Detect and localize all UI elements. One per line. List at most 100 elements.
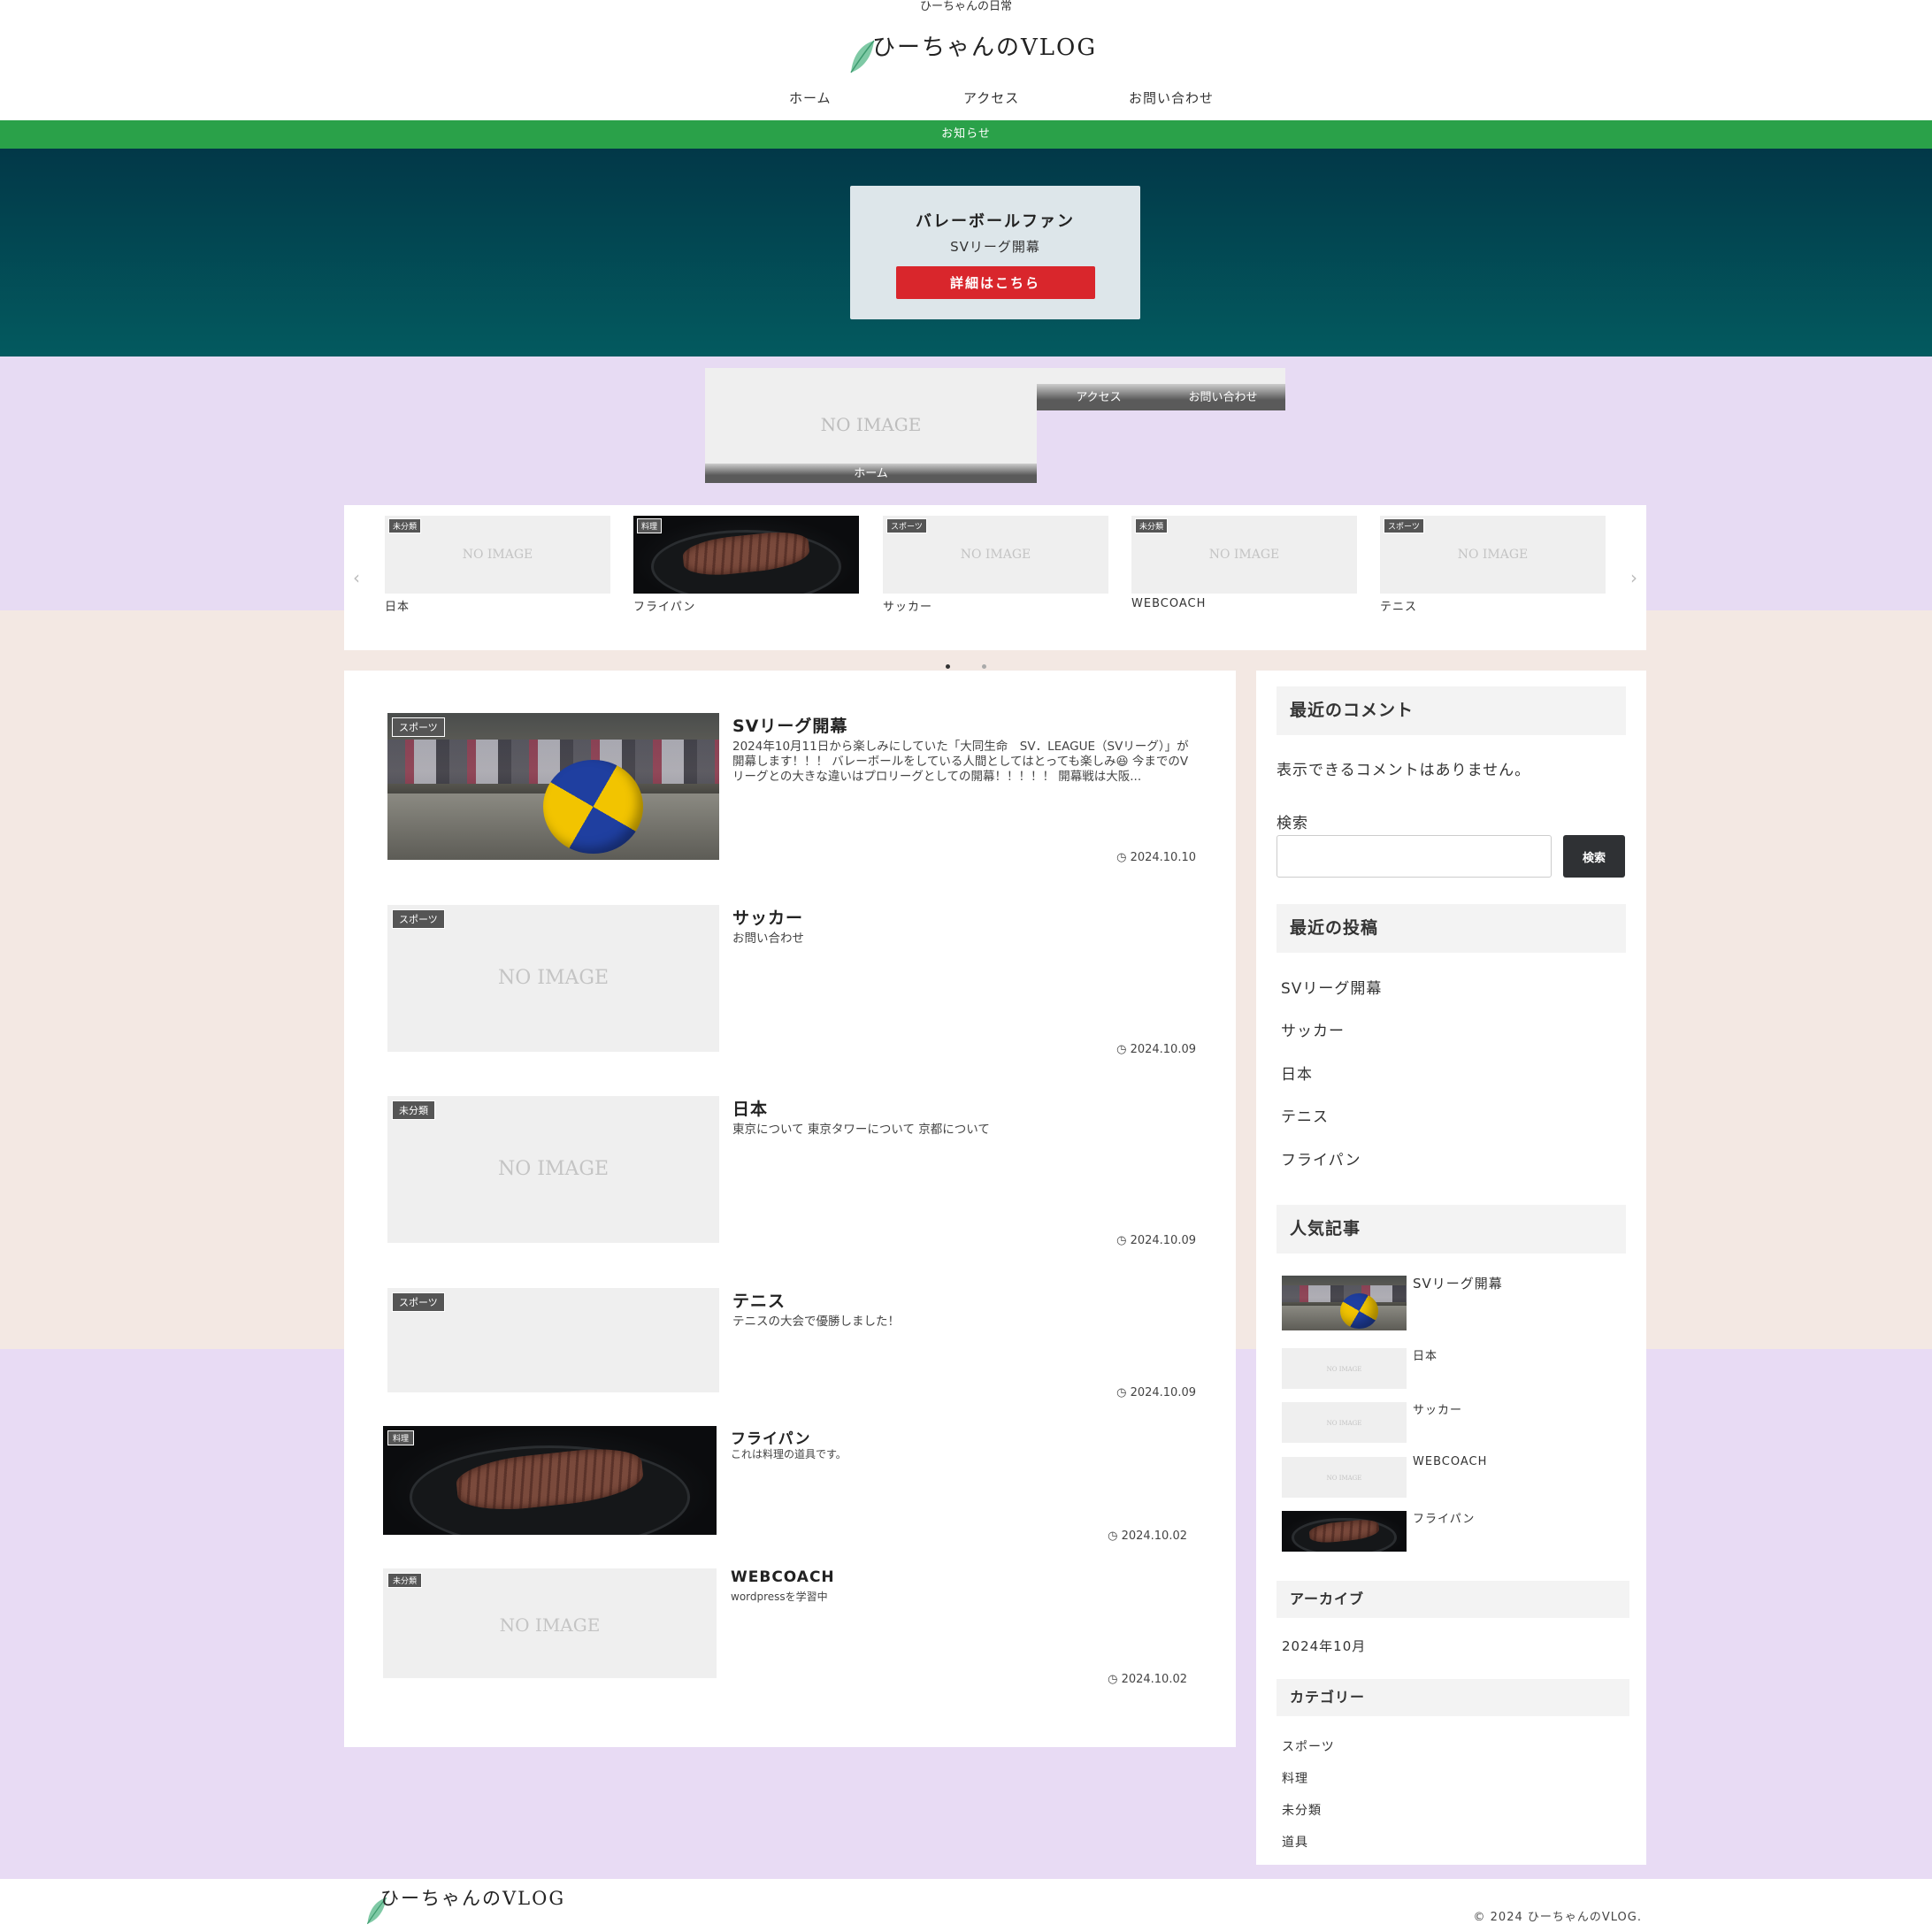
post-date: ◷ 2024.10.09 — [1116, 1386, 1196, 1399]
category-link[interactable]: 未分類 — [1282, 1801, 1322, 1819]
post-card[interactable]: 未分類 NO IMAGE WEBCOACH wordpressを学習中 ◷ 20… — [383, 1568, 1206, 1686]
no-image-placeholder: NO IMAGE — [1326, 1420, 1362, 1427]
category-badge: 未分類 — [392, 1100, 435, 1120]
carousel-thumbnail: 未分類 NO IMAGE — [1131, 516, 1357, 594]
clock-icon: ◷ — [1108, 1530, 1122, 1543]
nav-access[interactable]: アクセス — [963, 88, 1019, 107]
popular-post-title: SVリーグ開幕 — [1413, 1276, 1503, 1292]
archive-link[interactable]: 2024年10月 — [1282, 1637, 1366, 1655]
recent-post-link[interactable]: サッカー — [1281, 1018, 1345, 1040]
post-excerpt: wordpressを学習中 — [731, 1591, 828, 1603]
hero-subtitle: SVリーグ開幕 — [950, 239, 1040, 255]
post-card[interactable]: 未分類 NO IMAGE 日本 東京について 東京タワーについて 京都について … — [387, 1096, 1210, 1247]
popular-post[interactable]: フライパン — [1282, 1511, 1627, 1552]
post-excerpt: 2024年10月11日から楽しみにしていた「大同生命 SV．LEAGUE（SVリ… — [732, 740, 1189, 784]
category-badge: スポーツ — [392, 909, 445, 929]
post-title[interactable]: 日本 — [732, 1096, 768, 1120]
no-image-placeholder: NO IMAGE — [462, 548, 533, 562]
post-card[interactable]: スポーツ NO IMAGE サッカー お問い合わせ ◷ 2024.10.09 — [387, 905, 1210, 1056]
post-title[interactable]: WEBCOACH — [731, 1568, 835, 1586]
hero-card: バレーボールファン SVリーグ開幕 詳細はこちら — [850, 186, 1140, 319]
sidebar: 最近のコメント 表示できるコメントはありません。 検索 検索 最近の投稿 SVリ… — [1256, 671, 1646, 1865]
carousel-item[interactable]: スポーツ NO IMAGE テニス — [1380, 516, 1606, 614]
notice-bar[interactable]: お知らせ — [0, 120, 1932, 149]
post-thumbnail: 未分類 NO IMAGE — [387, 1096, 719, 1243]
carousel-item-title: 日本 — [385, 601, 410, 614]
navcard-label: ホーム — [705, 464, 1037, 483]
post-card[interactable]: スポーツ SVリーグ開幕 2024年10月11日から楽しみにしていた「大同生命 … — [387, 713, 1210, 864]
search-input[interactable] — [1276, 835, 1552, 878]
popular-thumbnail: NO IMAGE — [1282, 1457, 1407, 1498]
widget-heading-popular: 人気記事 — [1276, 1205, 1626, 1254]
chevron-right-icon[interactable]: › — [1630, 567, 1637, 588]
category-badge: 料理 — [387, 1430, 415, 1445]
search-button[interactable]: 検索 — [1563, 835, 1625, 878]
carousel-item[interactable]: 未分類 NO IMAGE WEBCOACH — [1131, 516, 1357, 610]
navcard-contact[interactable]: お問い合わせ — [1161, 368, 1285, 410]
post-title[interactable]: フライパン — [731, 1426, 811, 1448]
post-card[interactable]: スポーツ テニス テニスの大会で優勝しました！ ◷ 2024.10.09 — [387, 1288, 1210, 1399]
navcard-label: お問い合わせ — [1161, 384, 1285, 410]
recent-post-link[interactable]: フライパン — [1281, 1147, 1361, 1169]
post-date: ◷ 2024.10.10 — [1116, 851, 1196, 864]
no-image-placeholder: NO IMAGE — [1326, 1366, 1362, 1373]
widget-heading-recent-comments: 最近のコメント — [1276, 686, 1626, 735]
post-thumbnail: 料理 — [383, 1426, 717, 1535]
nav-contact[interactable]: お問い合わせ — [1129, 88, 1214, 107]
carousel-item[interactable]: 未分類 NO IMAGE 日本 — [385, 516, 610, 614]
post-title[interactable]: サッカー — [732, 905, 803, 929]
recent-post-link[interactable]: テニス — [1281, 1104, 1329, 1126]
post-date: ◷ 2024.10.09 — [1116, 1043, 1196, 1056]
hero-title: バレーボールファン — [916, 212, 1075, 231]
recent-post-link[interactable]: 日本 — [1281, 1062, 1313, 1084]
popular-post[interactable]: NO IMAGE WEBCOACH — [1282, 1455, 1627, 1498]
category-badge: 未分類 — [387, 1573, 423, 1588]
post-excerpt: テニスの大会で優勝しました！ — [732, 1315, 900, 1329]
chevron-left-icon[interactable]: ‹ — [353, 567, 360, 588]
no-image-placeholder: NO IMAGE — [1208, 548, 1280, 562]
popular-post[interactable]: SVリーグ開幕 — [1282, 1276, 1627, 1332]
category-link[interactable]: 料理 — [1282, 1769, 1308, 1787]
site-footer: ひーちゃんのVLOG © 2024 ひーちゃんのVLOG. — [0, 1879, 1932, 1932]
carousel-thumbnail: 未分類 NO IMAGE — [385, 516, 610, 594]
category-badge: 未分類 — [1135, 518, 1169, 533]
popular-post[interactable]: NO IMAGE 日本 — [1282, 1348, 1627, 1389]
footer-logo[interactable]: ひーちゃんのVLOG — [361, 1884, 626, 1928]
navcard-access[interactable]: アクセス — [1037, 368, 1161, 410]
nav-home[interactable]: ホーム — [789, 88, 832, 107]
widget-heading-recent-posts: 最近の投稿 — [1276, 904, 1626, 953]
volleyball-photo — [1282, 1276, 1407, 1330]
popular-post-title: WEBCOACH — [1413, 1455, 1488, 1468]
no-image-placeholder: NO IMAGE — [1326, 1475, 1362, 1482]
popular-post-title: フライパン — [1413, 1513, 1476, 1526]
recent-post-link[interactable]: SVリーグ開幕 — [1281, 976, 1382, 998]
popular-post[interactable]: NO IMAGE サッカー — [1282, 1402, 1627, 1443]
popular-thumbnail — [1282, 1511, 1407, 1552]
no-comments-text: 表示できるコメントはありません。 — [1276, 762, 1531, 779]
post-date: ◷ 2024.10.09 — [1116, 1234, 1196, 1247]
site-logo-text: ひーちゃんのVLOG — [872, 34, 1098, 61]
hero-details-button[interactable]: 詳細はこちら — [895, 266, 1095, 299]
copyright-text: © 2024 ひーちゃんのVLOG. — [1473, 1911, 1642, 1924]
steak-photo — [383, 1426, 717, 1535]
clock-icon: ◷ — [1116, 851, 1131, 864]
post-card[interactable]: 料理 フライパン これは料理の道具です。 ◷ 2024.10.02 — [383, 1426, 1206, 1543]
carousel-dot[interactable] — [981, 664, 986, 669]
no-image-placeholder: NO IMAGE — [499, 1614, 601, 1636]
carousel-dot-active[interactable] — [946, 664, 951, 669]
carousel-item[interactable]: 料理 フライパン — [633, 516, 859, 614]
post-title[interactable]: SVリーグ開幕 — [732, 713, 847, 737]
category-link[interactable]: 道具 — [1282, 1833, 1308, 1851]
popular-post-title: 日本 — [1413, 1350, 1438, 1363]
category-link[interactable]: スポーツ — [1282, 1737, 1335, 1755]
popular-thumbnail: NO IMAGE — [1282, 1348, 1407, 1389]
no-image-placeholder: NO IMAGE — [960, 548, 1031, 562]
carousel-item[interactable]: スポーツ NO IMAGE サッカー — [883, 516, 1108, 614]
navcard-home[interactable]: NO IMAGE ホーム — [705, 368, 1037, 483]
search-label: 検索 — [1276, 815, 1308, 832]
carousel-item-title: サッカー — [883, 601, 933, 614]
category-badge: スポーツ — [392, 717, 445, 737]
no-image-placeholder: NO IMAGE — [1457, 548, 1529, 562]
site-logo[interactable]: ひーちゃんのVLOG — [849, 25, 1115, 73]
post-title[interactable]: テニス — [732, 1288, 786, 1312]
